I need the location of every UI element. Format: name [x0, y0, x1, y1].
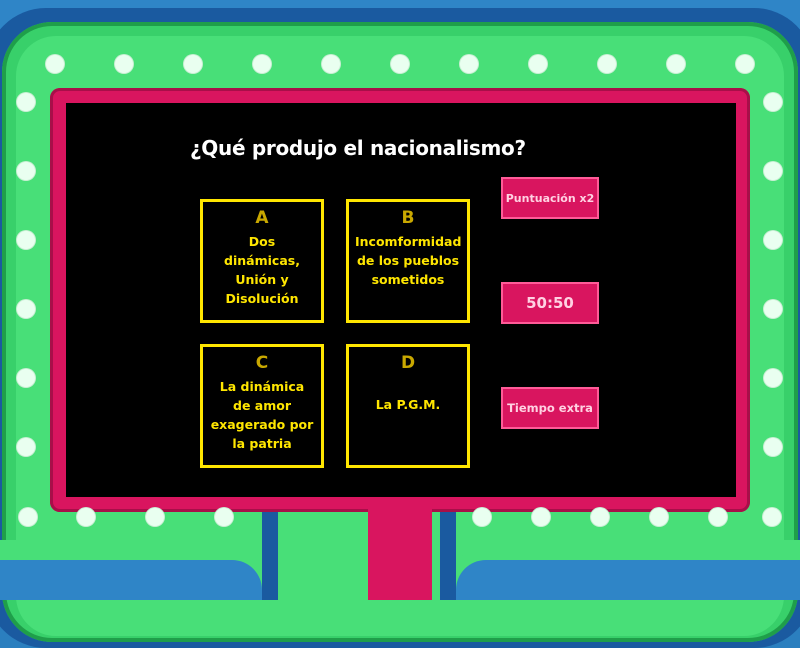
base-left [0, 560, 262, 600]
light-bulb [764, 93, 782, 111]
answer-text: Incomformidad de los pueblos sometidos [355, 234, 462, 287]
light-bulb [146, 508, 164, 526]
answer-letter: B [401, 208, 415, 228]
light-bulb [591, 508, 609, 526]
light-bulb [77, 508, 95, 526]
base-right [456, 560, 800, 600]
light-bulb [17, 369, 35, 387]
light-bulb [19, 508, 37, 526]
answer-text: La dinámica de amor exagerado por la pat… [210, 379, 314, 451]
light-bulb [764, 369, 782, 387]
stem-edge-left [262, 510, 278, 600]
answer-c-button[interactable]: C La dinámica de amor exagerado por la p… [200, 344, 324, 468]
light-bulb [17, 93, 35, 111]
double-score-button[interactable]: Puntuación x2 [501, 177, 599, 219]
answer-text: Dos dinámicas, Unión y Disolución [224, 234, 300, 306]
stem-edge-right [440, 510, 456, 600]
board-stem [368, 500, 432, 600]
answer-letter: A [255, 208, 269, 228]
light-bulb [736, 55, 754, 73]
light-bulb [215, 508, 233, 526]
answer-letter: D [400, 353, 416, 373]
light-bulb [667, 55, 685, 73]
frame-green-bottom-right [456, 540, 800, 562]
light-bulb [764, 162, 782, 180]
answer-text: La P.G.M. [375, 397, 441, 412]
light-bulb [17, 162, 35, 180]
answer-d-button[interactable]: D La P.G.M. [346, 344, 470, 468]
light-bulb [391, 55, 409, 73]
question-text: ¿Qué produjo el nacionalismo? [190, 136, 526, 160]
light-bulb [460, 55, 478, 73]
fifty-fifty-button[interactable]: 50:50 [501, 282, 599, 324]
light-bulb [17, 231, 35, 249]
extra-time-button[interactable]: Tiempo extra [501, 387, 599, 429]
answer-b-button[interactable]: B Incomformidad de los pueblos sometidos [346, 199, 470, 323]
light-bulb [473, 508, 491, 526]
light-bulb [764, 300, 782, 318]
light-bulb [253, 55, 271, 73]
light-bulb [764, 438, 782, 456]
answer-letter: C [255, 353, 269, 373]
light-bulb [598, 55, 616, 73]
light-bulb [184, 55, 202, 73]
light-bulb [763, 508, 781, 526]
light-bulb [17, 300, 35, 318]
light-bulb [115, 55, 133, 73]
light-bulb [764, 231, 782, 249]
light-bulb [532, 508, 550, 526]
light-bulb [17, 438, 35, 456]
light-bulb [529, 55, 547, 73]
light-bulb [709, 508, 727, 526]
answer-a-button[interactable]: A Dos dinámicas, Unión y Disolución [200, 199, 324, 323]
light-bulb [322, 55, 340, 73]
light-bulb [650, 508, 668, 526]
light-bulb [46, 55, 64, 73]
frame-green-bottom-left [0, 540, 264, 562]
